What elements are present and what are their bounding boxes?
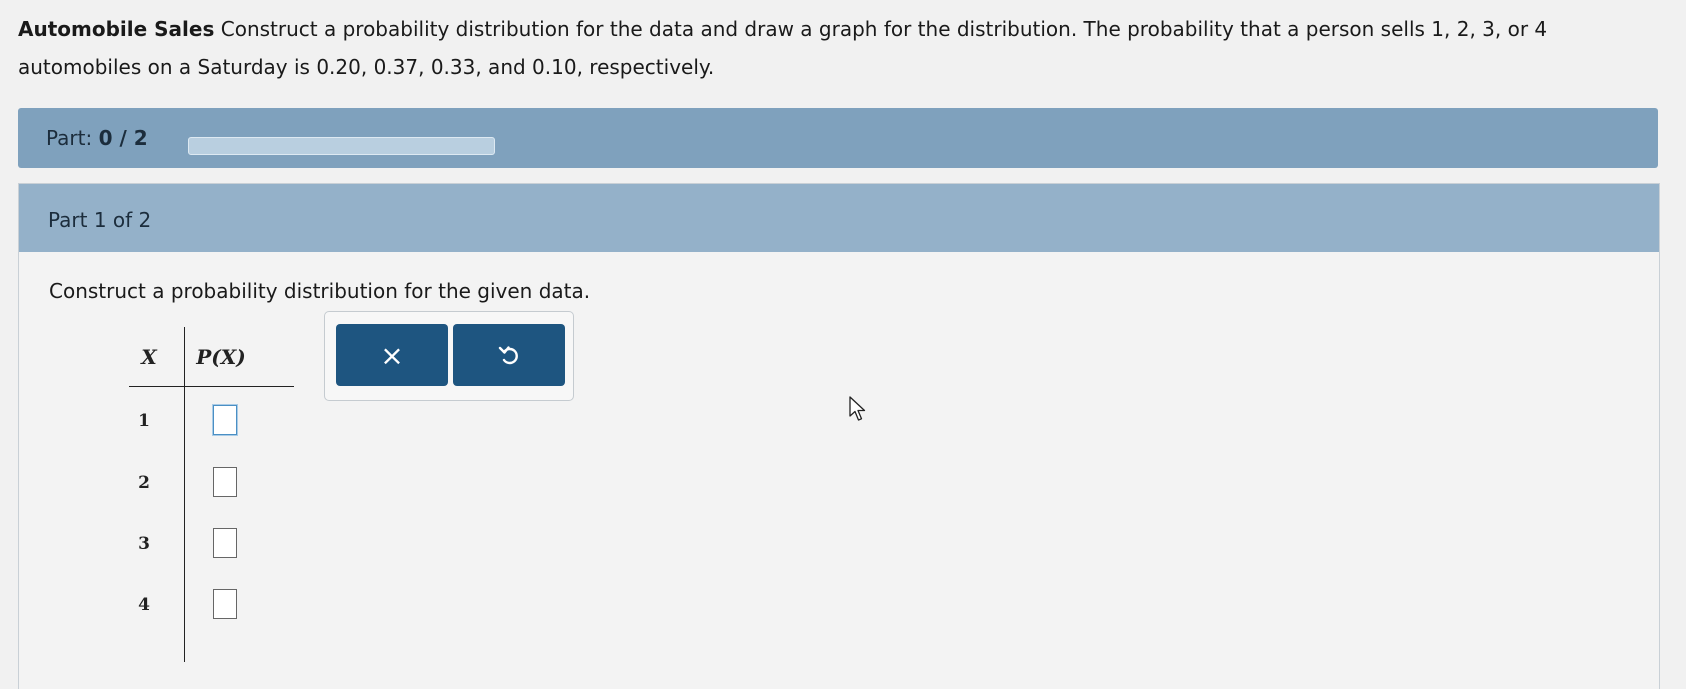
table-row: 2 — [114, 467, 294, 507]
x-value: 4 — [138, 595, 150, 615]
part-header: Part 1 of 2 — [19, 184, 1659, 252]
probability-input-4[interactable] — [213, 589, 237, 619]
mouse-pointer-icon — [849, 396, 866, 421]
part-number: Part 1 of 2 — [48, 208, 152, 232]
table-row: 4 — [114, 589, 294, 629]
x-value: 2 — [138, 473, 150, 493]
table-row: 3 — [114, 528, 294, 568]
undo-button[interactable] — [453, 324, 565, 386]
clear-button[interactable]: × — [336, 324, 448, 386]
progress-bar: Part: 0 / 2 — [18, 108, 1658, 168]
x-value: 3 — [138, 534, 150, 554]
problem-text: Construct a probability distribution for… — [18, 17, 1548, 79]
close-icon: × — [380, 338, 404, 372]
progress-label: Part: 0 / 2 — [46, 126, 148, 150]
progress-label-text: Part: — [46, 126, 93, 150]
problem-statement: Automobile Sales Construct a probability… — [18, 10, 1668, 86]
progress-value: 0 / 2 — [98, 126, 148, 150]
table-horizontal-divider — [129, 386, 294, 387]
problem-title: Automobile Sales — [18, 17, 215, 41]
undo-icon — [498, 346, 518, 365]
probability-input-1[interactable] — [213, 405, 237, 435]
table-row: 1 — [114, 405, 294, 445]
probability-input-2[interactable] — [213, 467, 237, 497]
progress-track — [188, 137, 495, 155]
probability-input-3[interactable] — [213, 528, 237, 558]
part-panel: Part 1 of 2 Construct a probability dist… — [18, 183, 1660, 689]
instruction-text: Construct a probability distribution for… — [49, 279, 591, 303]
x-value: 1 — [138, 411, 150, 431]
probability-distribution-table: X P(X) 1 2 3 4 — [114, 327, 294, 667]
answer-tools: × — [324, 311, 574, 401]
column-header-px: P(X) — [196, 345, 246, 369]
column-header-x: X — [141, 345, 157, 369]
